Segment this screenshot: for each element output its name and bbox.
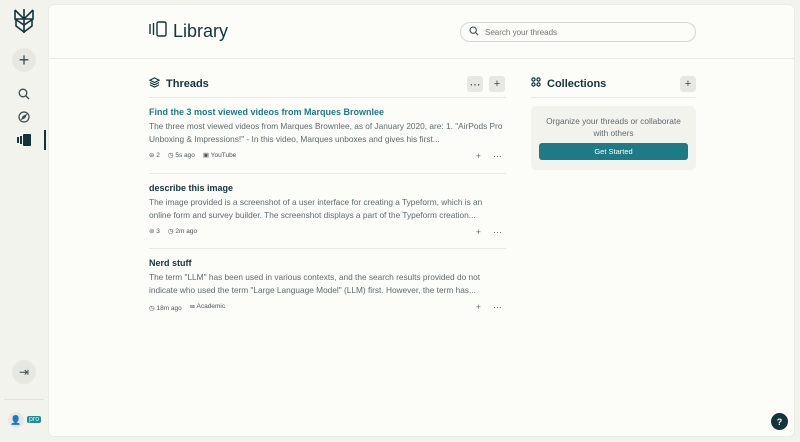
source-badge: ▣ YouTube (202, 152, 237, 159)
header: Library (49, 5, 794, 59)
more-options-button[interactable]: ⋯ (493, 151, 502, 162)
search-input[interactable] (460, 22, 696, 42)
threads-add-button[interactable]: + (489, 76, 505, 92)
active-indicator (44, 130, 46, 150)
sources-count: ⊜ 3 (149, 227, 160, 235)
divider (531, 97, 696, 98)
thread-snippet: The three most viewed videos from Marque… (149, 121, 503, 144)
timestamp: ◷ 2m ago (167, 227, 198, 235)
pro-badge: pro (27, 416, 42, 423)
add-to-collection-button[interactable]: + (476, 302, 481, 313)
thread-snippet: The image provided is a screenshot of a … (149, 196, 483, 220)
user-avatar[interactable]: 👤 (8, 412, 24, 428)
collections-heading: Collections (531, 77, 606, 90)
new-thread-button[interactable]: + (12, 48, 36, 72)
threads-heading: Threads (148, 77, 209, 91)
discover-compass-icon[interactable] (16, 109, 32, 125)
page-title: Library (149, 21, 228, 42)
timestamp: ◷ 18m ago (149, 304, 182, 312)
main-panel: Library Threads ⋯ + Find the 3 most view… (48, 4, 795, 437)
sources-count: ⊜ 2 (149, 152, 160, 159)
add-to-collection-button[interactable]: + (476, 151, 481, 162)
thread-item[interactable]: Find the 3 most viewed videos from Marqu… (149, 98, 506, 174)
layers-icon (148, 77, 161, 91)
thread-snippet: The term "LLM" has been used in various … (149, 272, 481, 295)
threads-more-button[interactable]: ⋯ (467, 76, 483, 92)
thread-title[interactable]: describe this image (149, 183, 506, 193)
search-nav-icon[interactable] (16, 86, 32, 102)
collections-grid-icon (531, 77, 541, 90)
add-to-collection-button[interactable]: + (476, 227, 481, 238)
source-badge: 𝍢 Academic (189, 303, 226, 310)
collections-add-button[interactable]: + (680, 76, 696, 92)
timestamp: ◷ 5s ago (167, 152, 195, 159)
collapse-sidebar-button[interactable]: ⇥ (12, 360, 36, 384)
sidebar: + ⇥ 👤 pro (0, 0, 48, 442)
thread-item[interactable]: Nerd stuff The term "LLM" has been used … (149, 249, 506, 325)
more-options-button[interactable]: ⋯ (493, 302, 502, 313)
collections-empty-card: Organize your threads or collaborate wit… (531, 106, 696, 170)
logo-icon[interactable] (12, 8, 36, 34)
thread-list: Find the 3 most viewed videos from Marqu… (149, 97, 506, 325)
help-button[interactable]: ? (771, 413, 788, 430)
get-started-button[interactable]: Get Started (539, 143, 688, 160)
divider (4, 399, 44, 400)
thread-title[interactable]: Find the 3 most viewed videos from Marqu… (149, 107, 506, 117)
more-options-button[interactable]: ⋯ (493, 227, 502, 238)
search-field[interactable] (485, 27, 685, 37)
search-icon (469, 26, 479, 38)
thread-title[interactable]: Nerd stuff (149, 258, 506, 268)
thread-item[interactable]: describe this image The image provided i… (149, 174, 506, 249)
library-icon (149, 21, 167, 42)
library-nav-icon[interactable] (16, 133, 32, 147)
